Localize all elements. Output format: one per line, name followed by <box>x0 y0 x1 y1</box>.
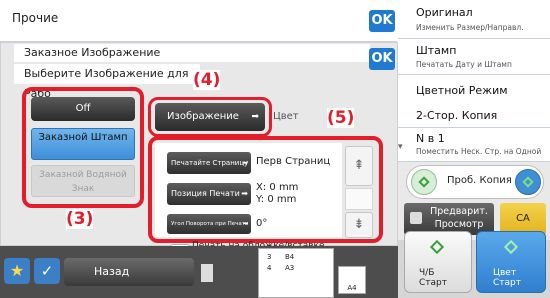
preview-label: Предварит. Просмотр <box>430 206 488 230</box>
position-x: X: 0 mm <box>256 182 299 193</box>
original-sub: Изменить Размер/Направл. <box>416 23 524 32</box>
print-page-button[interactable]: Печатайте Страницу ➡ <box>167 152 251 174</box>
double-down-icon: ⇟ <box>353 217 365 232</box>
callout-label-3: (3) <box>66 209 94 229</box>
color-mode-item[interactable]: Цветной Режим <box>398 75 550 107</box>
rotation-label: Угол Поворота при Печати <box>171 221 249 227</box>
arrow-right-icon: ➡ <box>251 112 259 122</box>
top-bar: Прочие OK <box>0 0 397 42</box>
favorite-star-icon[interactable]: ★ <box>4 258 30 284</box>
bw-start-button[interactable]: Ч/Б Старт <box>404 231 472 293</box>
tray-4: 4 <box>267 264 272 272</box>
dialog-title: Заказное Изображение <box>14 44 370 62</box>
top-ok-button[interactable]: OK <box>369 10 395 32</box>
nin1-label: N в 1 <box>416 132 445 145</box>
dialog-ok-button[interactable]: OK <box>369 48 395 70</box>
double-up-icon: ⇞ <box>353 158 365 173</box>
output-size: A4 <box>347 284 357 292</box>
nin1-item[interactable]: N в 1 Поместить Неск. Стр. на Одной <box>398 128 550 162</box>
custom-watermark-option: Заказной Водяной Знак <box>31 165 135 197</box>
scroll-down-button[interactable]: ⇟ <box>345 212 373 238</box>
checkmark-icon[interactable]: ✓ <box>34 258 60 284</box>
print-position-button[interactable]: Позиция Печати ➡ <box>167 183 251 205</box>
preview-copy-label: Проб. Копия <box>447 175 512 186</box>
arrow-right-icon: ➡ <box>243 221 248 227</box>
tray-status: 3 B4 4 A3 <box>258 248 334 298</box>
original-label: Оригинал <box>416 6 473 19</box>
back-label: Назад <box>94 265 130 278</box>
scroll-handle[interactable] <box>201 264 213 282</box>
tray-3: 3 <box>267 253 272 261</box>
arrow-right-icon: ➡ <box>242 159 248 167</box>
original-item[interactable]: Оригинал Изменить Размер/Направл. <box>398 0 550 39</box>
duplex-label: 2-Стор. Копия <box>416 109 498 122</box>
stamp-label: Штамп <box>416 44 457 57</box>
diamond-icon <box>429 239 445 255</box>
color-start-button[interactable]: Цвет Старт <box>476 231 546 293</box>
rotation-button[interactable]: Угол Поворота при Печати ➡ <box>167 214 251 234</box>
scroll-track[interactable] <box>345 188 373 210</box>
off-option[interactable]: Off <box>31 97 135 121</box>
output-tray: A4 <box>338 266 366 294</box>
rotation-value: 0° <box>256 218 268 229</box>
chevron-down-icon[interactable]: ▾ <box>398 142 403 152</box>
custom-stamp-option[interactable]: Заказной Штамп <box>31 128 135 160</box>
tray-3-size: B4 <box>285 253 295 261</box>
tray-4-size: A3 <box>285 264 295 272</box>
image-button[interactable]: Изображение ➡ <box>155 103 265 131</box>
duplex-item[interactable]: 2-Стор. Копия <box>398 104 550 128</box>
back-button[interactable]: Назад <box>64 258 194 286</box>
color-label: Цвет <box>273 111 299 122</box>
diamond-icon <box>503 239 519 255</box>
stamp-sub: Печатать Дату и Штамп <box>416 60 512 69</box>
preview-copy-button[interactable]: Проб. Копия <box>406 165 544 199</box>
position-values: X: 0 mm Y: 0 mm <box>256 182 298 206</box>
scroll-up-button[interactable]: ⇞ <box>345 146 373 186</box>
stamp-item[interactable]: Штамп Печатать Дату и Штамп <box>398 39 550 75</box>
preview-icon <box>410 212 422 224</box>
print-position-label: Позиция Печати <box>171 189 240 198</box>
print-page-value: Перв Страниц <box>256 156 331 167</box>
arrow-right-icon: ➡ <box>241 189 248 198</box>
nin1-sub: Поместить Неск. Стр. на Одной <box>416 147 542 156</box>
image-button-label: Изображение <box>167 111 239 122</box>
print-page-label: Печатайте Страницу <box>171 159 249 167</box>
callout-label-5: (5) <box>327 108 355 128</box>
bottom-bar: ★ ✓ Назад 3 B4 4 A3 A4 <box>0 246 398 298</box>
color-start-label: Цвет Старт <box>493 268 521 288</box>
bw-start-label: Ч/Б Старт <box>419 268 447 288</box>
callout-label-4: (4) <box>193 70 221 90</box>
color-mode-label: Цветной Режим <box>416 84 508 97</box>
dialog-subtitle: Выберите Изображение для Рабо <box>14 64 200 100</box>
position-y: Y: 0 mm <box>256 194 297 205</box>
page-title: Прочие <box>12 11 59 25</box>
